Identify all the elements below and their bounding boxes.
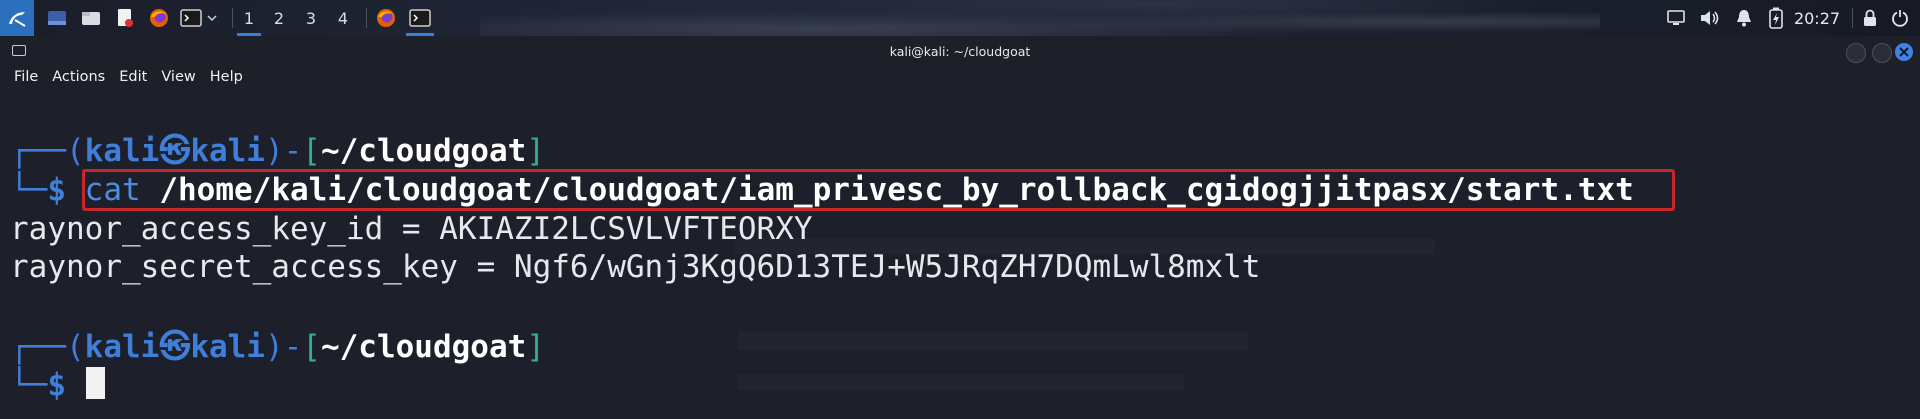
workspace-4[interactable]: 4 [328,0,358,36]
maximize-button[interactable] [1872,43,1892,63]
prompt-bracket: [ [302,329,321,365]
prompt-frame: └─ [10,367,48,403]
prompt-host: kali [190,329,265,365]
workspace-3[interactable]: 3 [296,0,326,36]
window-title: kali@kali: ~/cloudgoat [889,43,1031,59]
clock-text: 20:27 [1793,8,1841,28]
terminal-titlebar[interactable]: kali@kali: ~/cloudgoat [0,36,1920,66]
file-manager-icon[interactable] [78,0,104,36]
show-desktop-icon[interactable] [44,0,70,36]
terminal-window-icon [12,45,26,56]
workspace-label: 4 [337,8,349,28]
notification-bell-icon[interactable] [1732,0,1756,36]
prompt-at-symbol: ㉿ [159,329,191,365]
workspace-label: 2 [273,8,285,28]
prompt-frame: └─ [10,172,48,208]
logout-icon[interactable] [1888,0,1912,36]
output-line: raynor_secret_access_key = Ngf6/wGnj3KgQ… [10,249,1261,285]
text-editor-icon[interactable] [112,0,138,36]
chevron-down-icon[interactable] [202,0,222,36]
terminal-menubar: File Actions Edit View Help [0,66,1920,88]
terminal-launcher-icon[interactable] [178,0,204,36]
prompt-bracket: ] [526,133,545,169]
prompt-bracket: ] [526,329,545,365]
panel-clock[interactable]: 20:27 [1790,0,1844,36]
prompt-at-symbol: ㉿ [159,133,191,169]
background-ghost-text [738,374,1184,390]
panel-wallpaper-decoration [480,0,1600,36]
prompt-bracket: [ [302,133,321,169]
prompt-frame: ┌──( [10,133,85,169]
close-icon [1899,47,1909,57]
taskbar-terminal-icon[interactable] [404,0,436,36]
input-line[interactable]: └─$ [10,366,66,404]
prompt-user: kali [84,329,160,365]
text-cursor [86,367,105,399]
prompt-line-1: ┌──(kali㉿kali)-[~/cloudgoat] [10,132,545,170]
prompt-user: kali [84,133,160,169]
system-panel: 1 2 3 4 20:27 [0,0,1920,36]
lock-icon[interactable] [1858,0,1882,36]
kali-menu-icon[interactable] [0,0,34,36]
command-highlight-box [82,169,1675,211]
workspace-2[interactable]: 2 [264,0,294,36]
background-ghost-heading [738,332,1248,350]
workspace-label: 1 [243,8,255,28]
prompt-frame: ┌──( [10,329,85,365]
display-icon[interactable] [1664,0,1688,36]
prompt-line-2: ┌──(kali㉿kali)-[~/cloudgoat] [10,328,545,366]
menu-view[interactable]: View [161,69,195,85]
prompt-path: ~/cloudgoat [320,133,527,169]
volume-icon[interactable] [1698,0,1722,36]
panel-separator [232,8,233,28]
prompt-dollar: $ [47,367,66,403]
firefox-icon[interactable] [146,0,172,36]
output-line: raynor_access_key_id = AKIAZI2LCSVLVFTEO… [10,211,813,247]
terminal-output-area[interactable]: ┌──(kali㉿kali)-[~/cloudgoat] └─$ cat /ho… [0,88,1920,419]
taskbar-firefox-icon[interactable] [370,0,402,36]
panel-separator [366,8,367,28]
close-button[interactable] [1895,43,1913,61]
prompt-path: ~/cloudgoat [320,329,527,365]
prompt-frame: )- [264,329,303,365]
workspace-1[interactable]: 1 [234,0,264,36]
prompt-frame: )- [264,133,303,169]
prompt-dollar: $ [47,172,66,208]
prompt-host: kali [190,133,265,169]
menu-help[interactable]: Help [210,69,243,85]
menu-file[interactable]: File [14,69,38,85]
menu-actions[interactable]: Actions [52,69,105,85]
battery-icon[interactable] [1766,0,1786,36]
minimize-button[interactable] [1846,43,1866,63]
workspace-label: 3 [305,8,317,28]
panel-separator [1852,8,1853,28]
menu-edit[interactable]: Edit [119,69,147,85]
